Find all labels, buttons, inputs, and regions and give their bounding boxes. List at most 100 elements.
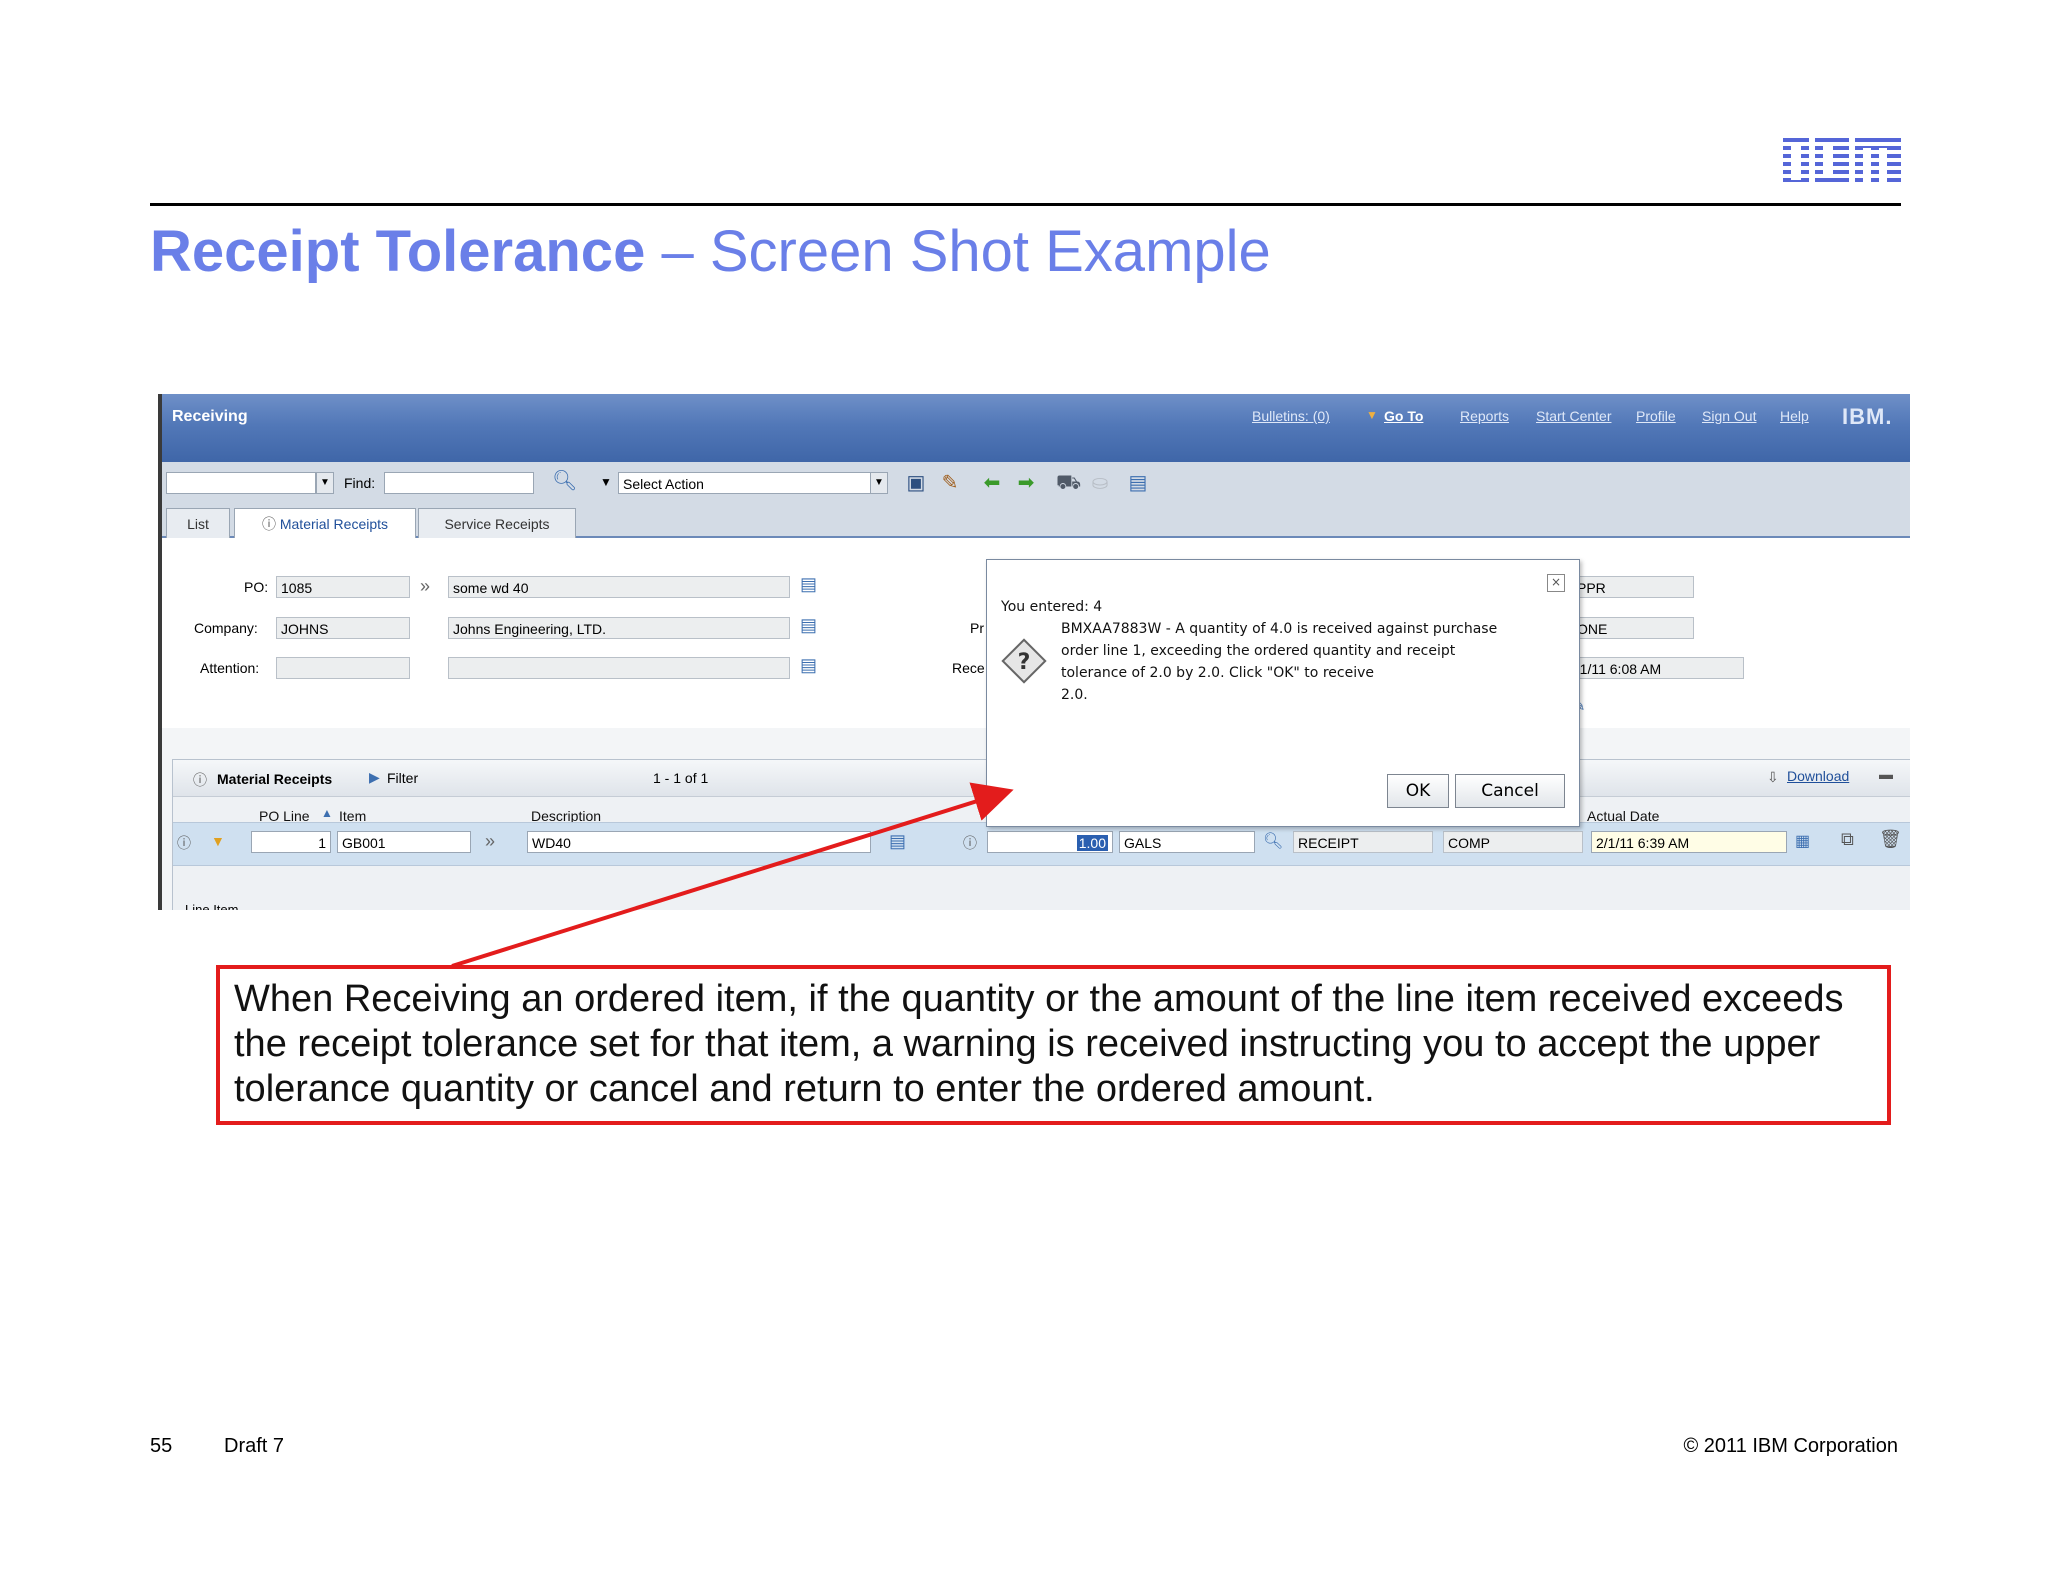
delete-row-icon[interactable]: 🗑︎: [1879, 829, 1902, 850]
company-label: Company:: [194, 620, 258, 636]
company-long-description-icon[interactable]: ▤: [800, 615, 817, 636]
app-header: Receiving Bulletins: (0) ▼ Go To Reports…: [162, 394, 1910, 462]
attention-description-field[interactable]: [448, 657, 790, 679]
attention-label: Attention:: [200, 660, 260, 676]
actual-date-field[interactable]: 2/1/11 6:39 AM: [1591, 831, 1787, 853]
save-icon[interactable]: ▣: [904, 471, 928, 495]
dialog-message: BMXAA7883W - A quantity of 4.0 is receiv…: [1061, 618, 1497, 706]
partial-label-2: Rece: [952, 660, 985, 676]
filter-icon[interactable]: ▶: [369, 769, 380, 786]
dialog-message-line: BMXAA7883W - A quantity of 4.0 is receiv…: [1061, 621, 1498, 637]
app-ibm-logo: IBM.: [1842, 404, 1893, 429]
select-action-arrow-icon[interactable]: ▼: [870, 472, 888, 494]
dialog-entered-text: You entered: 4: [1001, 599, 1103, 615]
po-label: PO:: [244, 579, 269, 595]
slide-title-bold: Receipt Tolerance: [150, 219, 646, 284]
quantity-help-icon: ⓘ: [963, 835, 977, 851]
right-field-2[interactable]: ONE: [1572, 617, 1694, 639]
tab-service-receipts[interactable]: Service Receipts: [418, 508, 576, 539]
bulletins-link[interactable]: Bulletins: (0): [1252, 408, 1330, 424]
dialog-message-line: 2.0.: [1061, 687, 1088, 703]
goto-arrow-icon: ▼: [1366, 408, 1378, 422]
attention-field[interactable]: [276, 657, 410, 679]
title-rule: [150, 203, 1901, 206]
ok-button[interactable]: OK: [1387, 774, 1449, 808]
start-center-link[interactable]: Start Center: [1536, 408, 1611, 424]
po-description-field[interactable]: some wd 40: [448, 576, 790, 598]
unit-field[interactable]: GALS: [1119, 831, 1255, 853]
right-field-1[interactable]: PPR: [1572, 576, 1694, 598]
copyright: © 2011 IBM Corporation: [1683, 1435, 1898, 1457]
item-field[interactable]: GB001: [337, 831, 471, 853]
search-icon[interactable]: 🔍︎: [552, 469, 577, 493]
status-field[interactable]: RECEIPT: [1293, 831, 1433, 853]
clear-changes-icon[interactable]: ✎: [938, 471, 962, 495]
help-question-icon: ⓘ: [261, 516, 280, 532]
dialog-message-line: tolerance of 2.0 by 2.0. Click "OK" to r…: [1061, 665, 1374, 681]
app-title: Receiving: [172, 408, 248, 425]
po-detail-chevron-icon[interactable]: »: [420, 576, 430, 597]
po-field[interactable]: 1085: [276, 576, 410, 598]
report-icon[interactable]: ▤: [1126, 471, 1150, 495]
help-link[interactable]: Help: [1780, 408, 1809, 424]
maximo-screenshot: Receiving Bulletins: (0) ▼ Go To Reports…: [158, 394, 1910, 910]
tab-list[interactable]: List: [166, 508, 230, 539]
minimize-table-icon[interactable]: ▬: [1879, 766, 1893, 782]
annotation-callout: When Receiving an ordered item, if the q…: [216, 965, 1891, 1125]
po-line-field[interactable]: 1: [251, 831, 331, 853]
paging-text: 1 - 1 of 1: [653, 770, 709, 786]
slide-title: Receipt Tolerance – Screen Shot Example: [150, 218, 1271, 285]
find-input[interactable]: [384, 472, 534, 494]
goto-link[interactable]: Go To: [1384, 408, 1423, 424]
item-detail-chevron-icon[interactable]: »: [485, 831, 495, 852]
row-help-icon: ⓘ: [177, 835, 191, 851]
attention-long-description-icon[interactable]: ▤: [800, 655, 817, 676]
inspection-field[interactable]: COMP: [1443, 831, 1583, 853]
page-number: 55: [150, 1435, 173, 1457]
reports-link[interactable]: Reports: [1460, 408, 1509, 424]
company-description-field[interactable]: Johns Engineering, LTD.: [448, 617, 790, 639]
table-title: Material Receipts: [217, 771, 333, 787]
previous-record-icon[interactable]: ⬅: [980, 471, 1004, 495]
close-icon[interactable]: ×: [1547, 574, 1565, 592]
receive-all-icon[interactable]: ⛟: [1056, 471, 1081, 495]
query-dropdown-icon[interactable]: ▼: [316, 472, 334, 494]
quantity-value: 1.00: [1076, 835, 1108, 851]
sign-out-link[interactable]: Sign Out: [1702, 408, 1756, 424]
cancel-button[interactable]: Cancel: [1455, 774, 1565, 808]
partial-label-1: Pr: [970, 620, 984, 636]
query-select[interactable]: [166, 472, 316, 494]
sort-arrow-icon[interactable]: ▲: [321, 806, 333, 820]
tab-material-receipts[interactable]: ⓘ Material Receipts: [234, 508, 416, 539]
line-item-label: Line Item: [185, 902, 239, 910]
description-field[interactable]: WD40: [527, 831, 871, 853]
po-long-description-icon[interactable]: ▤: [800, 574, 817, 595]
quantity-field[interactable]: 1.00: [987, 831, 1113, 853]
dialog-message-line: order line 1, exceeding the ordered quan…: [1061, 643, 1456, 659]
select-action-dropdown[interactable]: Select Action: [618, 472, 888, 494]
download-link[interactable]: Download: [1787, 768, 1849, 784]
right-field-3[interactable]: '1/11 6:08 AM: [1572, 657, 1744, 679]
question-icon: ?: [1001, 638, 1047, 684]
ibm-logo: IBM: [1783, 138, 1901, 188]
disabled-action-icon: ⛀: [1091, 472, 1109, 494]
row-expand-icon[interactable]: ▼: [211, 833, 225, 849]
table-help-icon: ⓘ: [193, 772, 207, 788]
description-long-icon[interactable]: ▤: [889, 831, 906, 852]
svg-text:?: ?: [1018, 650, 1031, 675]
slide-title-rest: – Screen Shot Example: [645, 219, 1271, 284]
next-record-icon[interactable]: ➡: [1014, 471, 1038, 495]
table-row[interactable]: ⓘ ▼ 1 GB001 » WD40 ▤ ⓘ 1.00 GALS 🔍︎ RECE…: [173, 822, 1910, 866]
toolbar: ▼ Find: 🔍︎ ▼ Select Action ▼ ▣ ✎ ⬅ ➡ ⛟ ⛀…: [162, 462, 1910, 505]
draft-label: Draft 7: [224, 1435, 285, 1457]
unit-lookup-icon[interactable]: 🔍︎: [1263, 831, 1283, 851]
filter-link[interactable]: Filter: [387, 770, 418, 786]
tab-material-receipts-label: Material Receipts: [279, 516, 389, 532]
download-icon[interactable]: ⇩: [1767, 769, 1779, 786]
calendar-icon[interactable]: ▦: [1795, 831, 1810, 851]
company-field[interactable]: JOHNS: [276, 617, 410, 639]
action-arrow-icon: ▼: [600, 475, 612, 489]
duplicate-row-icon[interactable]: ⧉: [1841, 829, 1854, 850]
profile-link[interactable]: Profile: [1636, 408, 1676, 424]
find-label: Find:: [344, 475, 376, 491]
